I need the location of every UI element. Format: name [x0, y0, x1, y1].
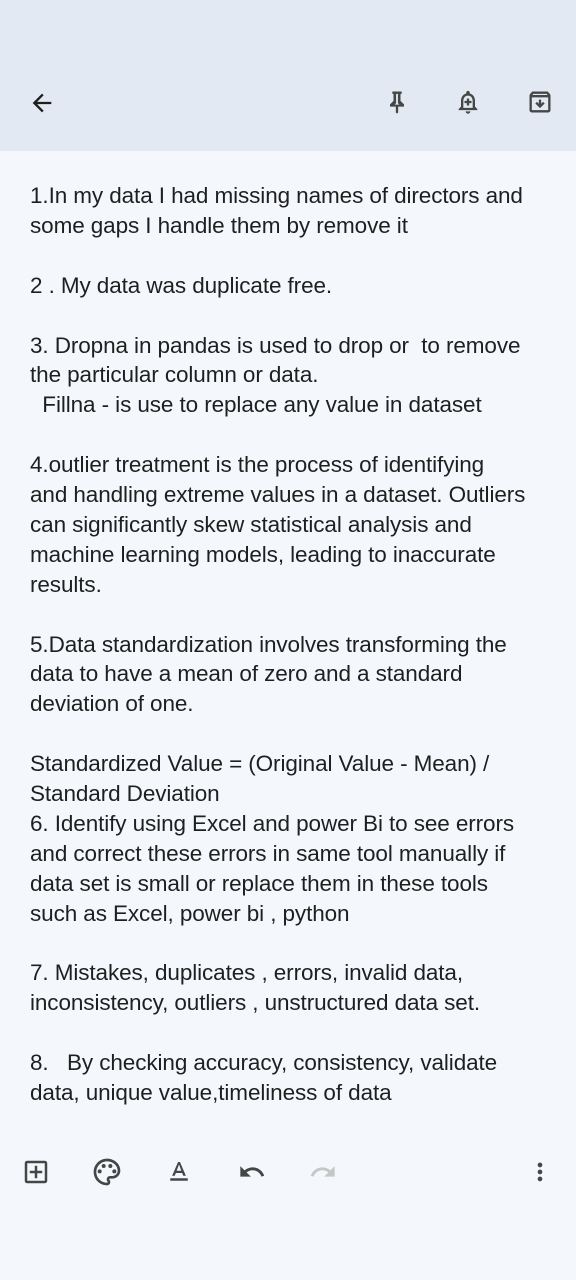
note-body[interactable]: 1.In my data I had missing names of dire… [30, 150, 566, 1110]
archive-icon [529, 91, 551, 113]
note-line: inconsistency, outliers , unstructured d… [30, 990, 481, 1016]
note-line: data to have a mean of zero and a standa… [30, 661, 463, 687]
note-line: Standardized Value = (Original Value - M… [30, 751, 490, 777]
note-line: 3. Dropna in pandas is used to drop or t… [30, 332, 521, 358]
note-line: data set is small or replace them in the… [30, 870, 488, 896]
add-button[interactable] [14, 1150, 58, 1194]
note-line: 1.In my data I had missing names of dire… [30, 183, 523, 208]
note-line: can significantly skew statistical analy… [30, 511, 472, 537]
redo-button[interactable] [301, 1150, 345, 1194]
note-line: Standard Deviation [30, 781, 220, 806]
clipped-text-fragment [30, 150, 150, 152]
note-line: 4.outlier treatment is the process of id… [30, 452, 485, 478]
archive-button[interactable] [518, 80, 562, 124]
note-line: the particular column or data. [30, 362, 319, 388]
pin-icon [390, 91, 404, 114]
note-line: and handling extreme values in a dataset… [30, 482, 526, 507]
note-line: 7. Mistakes, duplicates , errors, invali… [30, 960, 463, 986]
palette-icon [93, 1158, 121, 1186]
bell-plus-icon [458, 90, 478, 114]
note-line: Fillna - is use to replace any value in … [30, 392, 482, 418]
note-line: 2 . My data was duplicate free. [30, 272, 333, 298]
redo-icon [310, 1166, 335, 1177]
pin-button[interactable] [375, 80, 419, 124]
back-button[interactable] [20, 81, 64, 125]
note-line: 8. By checking accuracy, consistency, va… [30, 1050, 498, 1076]
add-box-icon [24, 1160, 48, 1184]
bottom-toolbar [0, 1140, 576, 1204]
note-line: deviation of one. [30, 691, 194, 717]
note-line: machine learning models, leading to inac… [30, 541, 496, 567]
note-line: such as Excel, power bi , python [30, 900, 350, 926]
more-options-button[interactable] [518, 1150, 562, 1194]
text-format-icon [170, 1162, 188, 1181]
more-vert-icon [537, 1162, 543, 1182]
top-app-bar [0, 0, 576, 151]
arrow-left-icon [32, 93, 52, 113]
note-line: some gaps I handle them by remove it [30, 212, 408, 238]
reminder-button[interactable] [446, 80, 490, 124]
undo-icon [240, 1166, 265, 1177]
note-line: 6. Identify using Excel and power Bi to … [30, 810, 515, 836]
note-line: 5.Data standardization involves transfor… [30, 631, 507, 657]
note-line: data, unique value,timeliness of data [30, 1080, 392, 1105]
note-line: and correct these errors in same tool ma… [30, 840, 506, 866]
undo-button[interactable] [230, 1150, 274, 1194]
palette-button[interactable] [85, 1150, 129, 1194]
text-format-button[interactable] [157, 1150, 201, 1194]
note-line: results. [30, 571, 102, 597]
